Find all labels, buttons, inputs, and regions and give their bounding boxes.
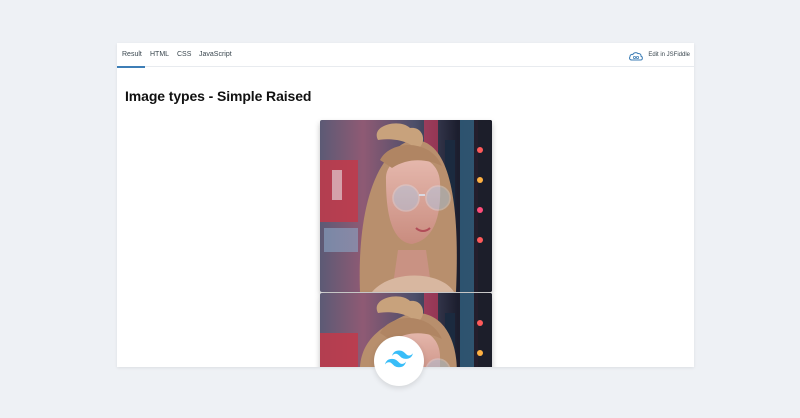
edit-in-jsfiddle-link[interactable]: Edit in JSFiddle	[628, 43, 690, 67]
cloud-icon	[628, 49, 644, 61]
tab-result[interactable]: Result	[117, 43, 145, 68]
tailwind-logo-icon	[385, 349, 413, 373]
tailwind-badge	[374, 336, 424, 386]
tab-javascript[interactable]: JavaScript	[194, 43, 237, 67]
page-title: Image types - Simple Raised	[125, 88, 312, 104]
tab-html[interactable]: HTML	[145, 43, 174, 67]
tab-bar: Result HTML CSS JavaScript Edit in JSFid…	[117, 43, 694, 68]
result-frame: Result HTML CSS JavaScript Edit in JSFid…	[117, 43, 694, 367]
edit-link-label: Edit in JSFiddle	[648, 52, 690, 58]
woman-with-glasses-photo	[320, 120, 492, 292]
tab-css[interactable]: CSS	[172, 43, 196, 67]
